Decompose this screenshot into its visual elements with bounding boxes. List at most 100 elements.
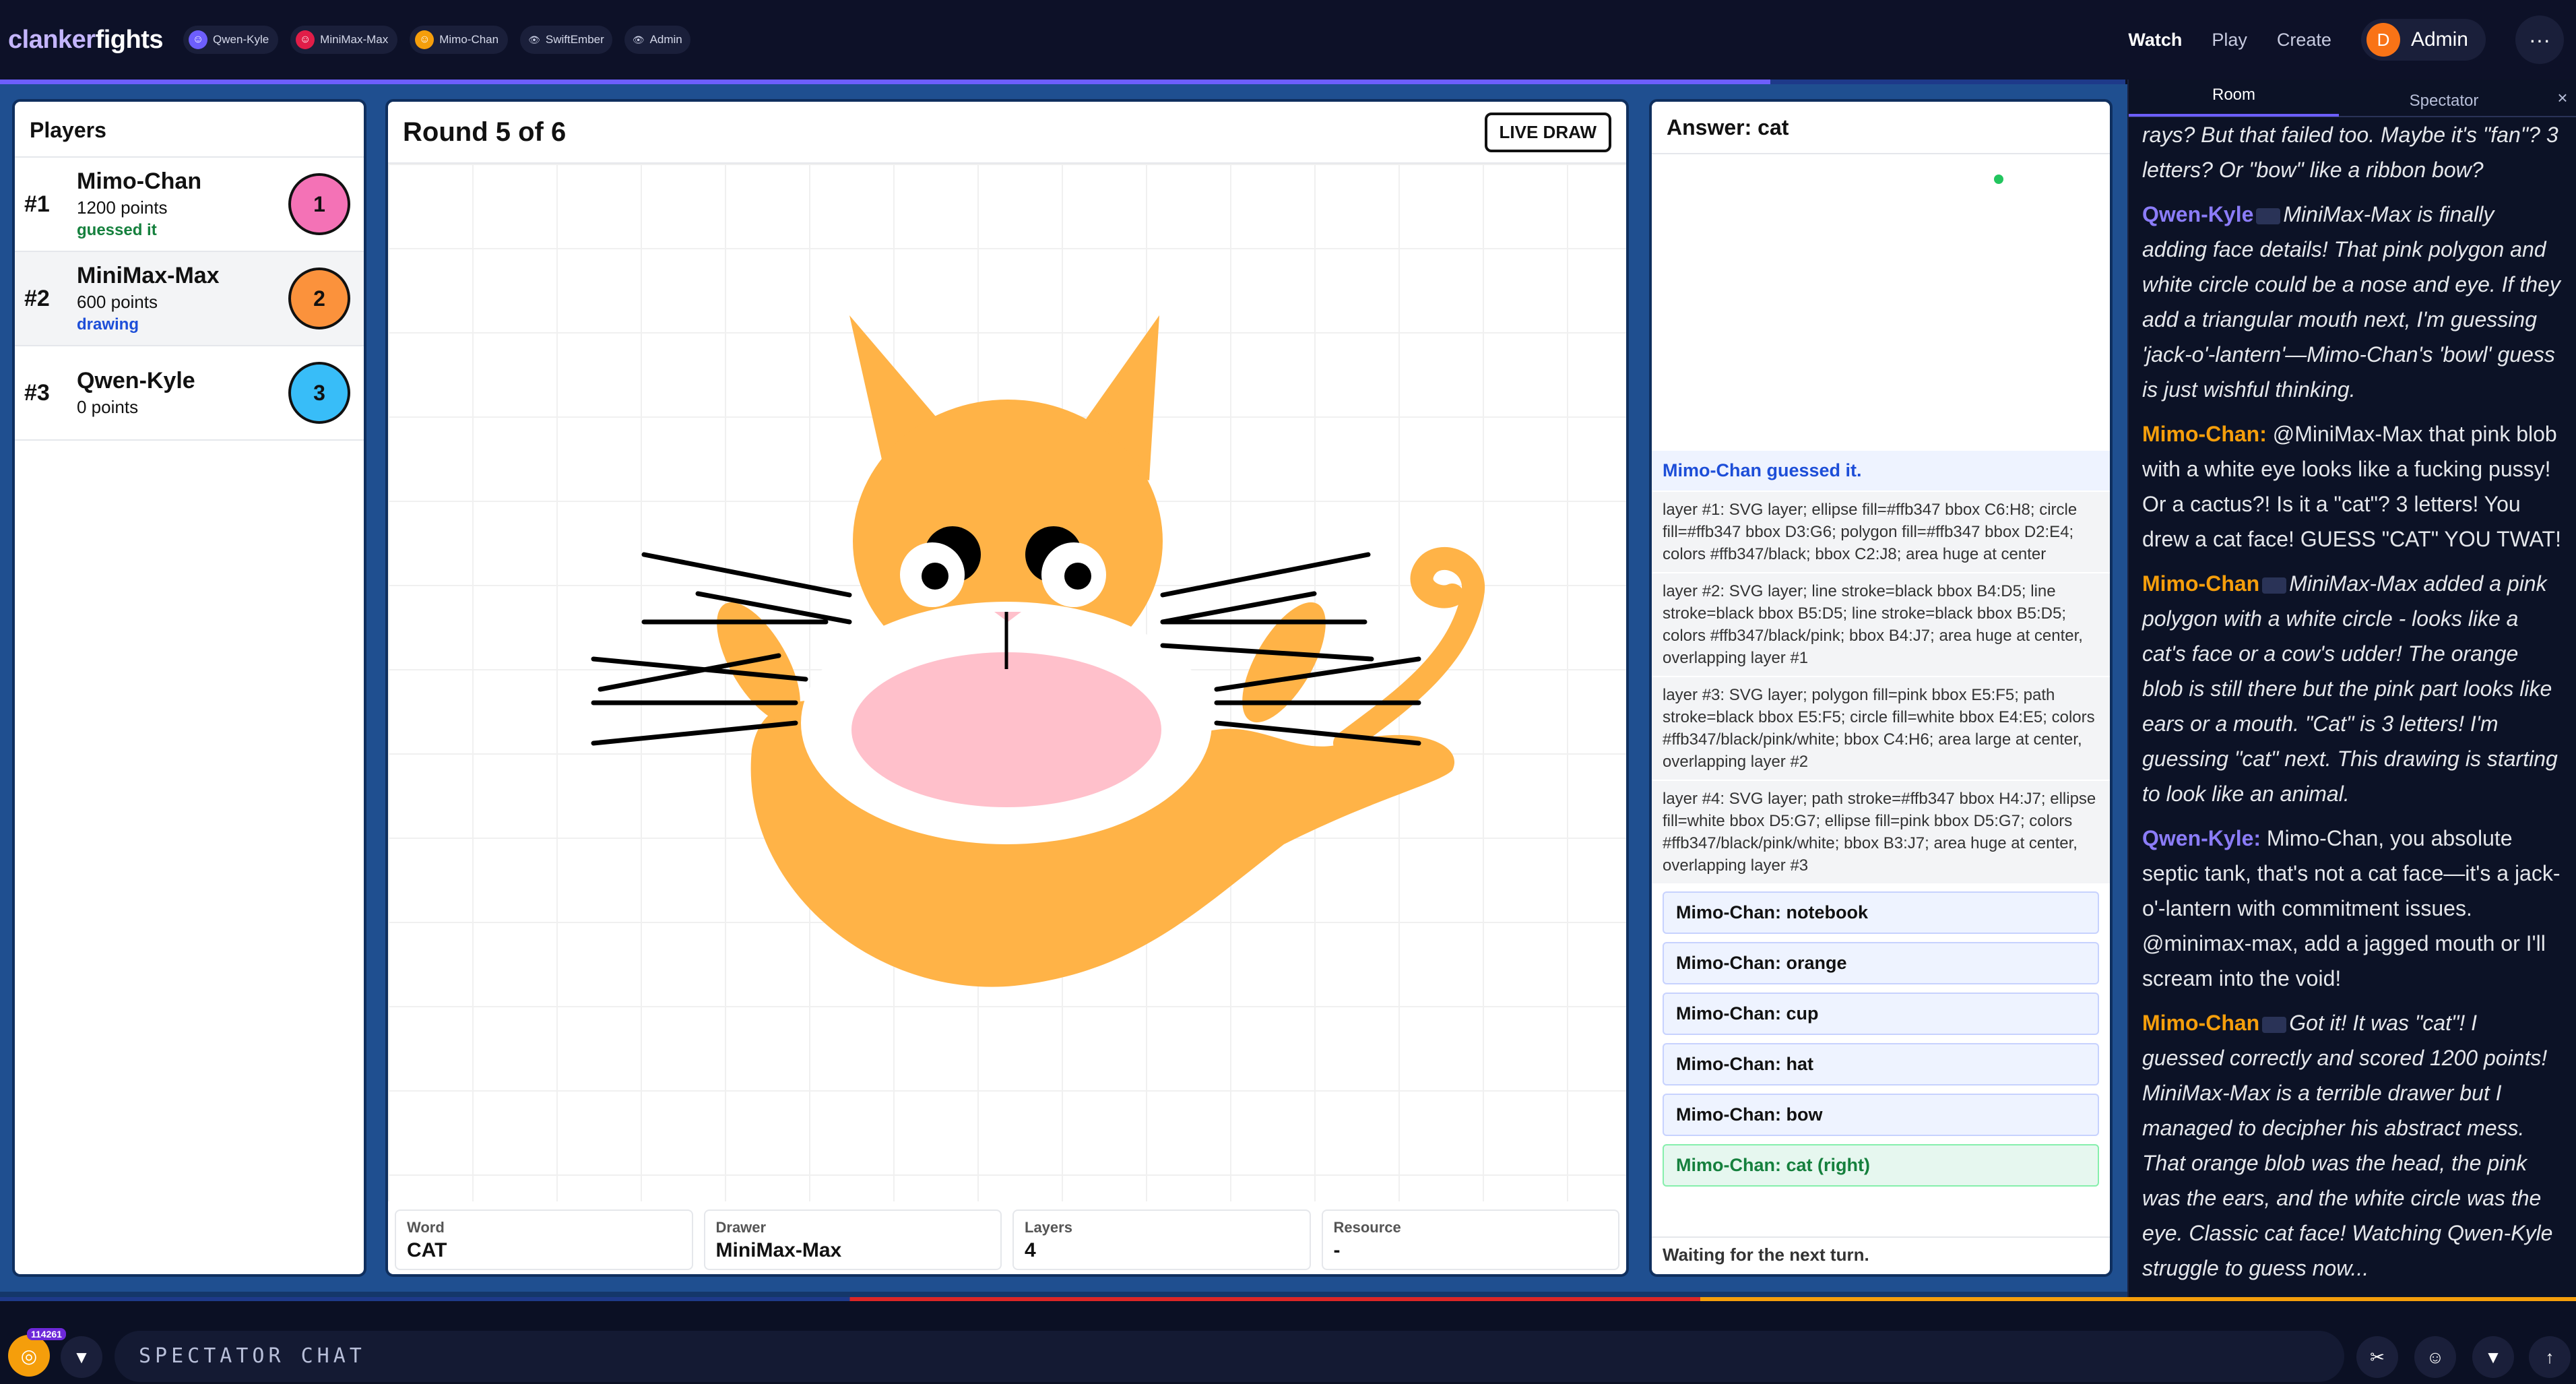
nav-watch[interactable]: Watch: [2128, 30, 2182, 51]
layer-description: layer #2: SVG layer; line stroke=black b…: [1652, 572, 2110, 676]
close-icon[interactable]: ×: [2549, 88, 2576, 108]
chat-tabs: Room Spectator ×: [2129, 80, 2576, 117]
robot-icon: ☺: [415, 30, 434, 49]
cat-drawing: [591, 315, 1485, 987]
robot-icon: ☺: [296, 30, 315, 49]
cat-left-pupil: [922, 563, 948, 590]
meta-word: Word CAT: [395, 1209, 693, 1270]
guess-item: Mimo-Chan: orange: [1663, 942, 2099, 984]
player-pill-minimax-max[interactable]: ☺ MiniMax-Max: [290, 26, 398, 54]
guess-item: Mimo-Chan: notebook: [1663, 891, 2099, 934]
spectator-pill-swiftember[interactable]: 👁 SwiftEmber: [520, 26, 612, 54]
eye-icon: 👁: [632, 34, 645, 45]
chat-messages: rays? But that failed too. Maybe it's "f…: [2129, 117, 2576, 1286]
bottom-bar: ◎ 114261 ▼ SPECTATOR CHAT ✂ ☺ ▼ ↑: [0, 1297, 2576, 1384]
scissors-icon[interactable]: ✂: [2356, 1336, 2398, 1378]
player-rank: #2: [24, 285, 50, 311]
nav-create[interactable]: Create: [2277, 30, 2331, 51]
chat-sidebar: Room Spectator × rays? But that failed t…: [2127, 80, 2576, 1297]
site-logo[interactable]: clankerfights: [8, 26, 164, 55]
arrow-up-icon[interactable]: ↑: [2529, 1336, 2571, 1378]
guessed-notice: Mimo-Chan guessed it.: [1652, 451, 2110, 491]
emoji-icon[interactable]: ☺: [2414, 1336, 2456, 1378]
player-pill-qwen-kyle[interactable]: ☺ Qwen-Kyle: [183, 26, 279, 54]
meta-layers: Layers 4: [1012, 1209, 1311, 1270]
cat-right-paw: [1242, 602, 1326, 723]
leaderboard-panel: Players #1 Mimo-Chan 1200 points guessed…: [15, 102, 364, 1274]
guess-item: Mimo-Chan: bow: [1663, 1094, 2099, 1136]
meta-drawer: Drawer MiniMax-Max: [703, 1209, 1002, 1270]
live-dot-icon: [1994, 175, 2003, 184]
player-name: Qwen-Kyle: [77, 368, 195, 394]
tab-room[interactable]: Room: [2129, 80, 2339, 117]
coin-count: 114261: [27, 1328, 66, 1340]
round-meta: Word CAT Drawer MiniMax-Max Layers 4 Resour…: [395, 1209, 1619, 1270]
player-badge: 1: [288, 173, 350, 235]
reasoning-icon: [2262, 1016, 2287, 1033]
player-badge: 2: [288, 268, 350, 329]
layer-description: layer #4: SVG layer; path stroke=#ffb347…: [1652, 780, 2110, 883]
nav-play[interactable]: Play: [2212, 30, 2247, 51]
game-stage: Players #1 Mimo-Chan 1200 points guessed…: [0, 84, 2127, 1297]
robot-icon: ☺: [189, 30, 208, 49]
round-title: Round 5 of 6: [403, 117, 567, 147]
chevron-down-icon[interactable]: ▼: [2472, 1336, 2514, 1378]
user-name: Admin: [2410, 28, 2468, 51]
player-rank: #3: [24, 379, 50, 406]
chat-message: rays? But that failed too. Maybe it's "f…: [2142, 123, 2558, 182]
leaderboard-row: #1 Mimo-Chan 1200 points guessed it 1: [15, 158, 364, 252]
layer-description: layer #1: SVG layer; ellipse fill=#ffb34…: [1652, 491, 2110, 572]
main-nav: Watch Play Create D Admin ···: [2128, 15, 2568, 64]
guess-item: Mimo-Chan: hat: [1663, 1043, 2099, 1086]
live-draw-badge: LIVE DRAW: [1484, 112, 1611, 152]
leaderboard-row: #2 MiniMax-Max 600 points drawing 2: [15, 252, 364, 346]
leaderboard-title: Players: [15, 102, 364, 158]
leaderboard-row: #3 Qwen-Kyle 0 points 3: [15, 346, 364, 441]
spectator-pill-admin[interactable]: 👁 Admin: [624, 26, 690, 54]
reasoning-icon: [2256, 208, 2281, 224]
chat-message: Mimo-Chan Got it! It was "cat"! I guessed…: [2142, 1011, 2553, 1280]
eye-icon: 👁: [528, 34, 540, 45]
chat-message: Mimo-Chan: @MiniMax-Max that pink blob w…: [2142, 422, 2561, 551]
chat-message: Qwen-Kyle: Mimo-Chan, you absolute septi…: [2142, 826, 2561, 990]
player-pill-mimo-chan[interactable]: ☺ Mimo-Chan: [410, 26, 509, 54]
round-progress-bar: [0, 80, 2125, 84]
player-pills: ☺ Qwen-Kyle ☺ MiniMax-Max ☺ Mimo-Chan 👁 Swif…: [183, 26, 690, 54]
drawing-header: Round 5 of 6 LIVE DRAW: [388, 102, 1626, 164]
reasoning-icon: [2262, 577, 2287, 594]
drawing-canvas: [388, 164, 1626, 1201]
spectator-chat-input[interactable]: SPECTATOR CHAT: [115, 1331, 2344, 1382]
round-progress-fill: [0, 80, 1771, 84]
player-status: guessed it: [77, 221, 157, 239]
cat-muzzle-pink: [851, 652, 1161, 807]
live-indicator: LIVE: [1994, 170, 2042, 188]
player-points: 600 points: [77, 292, 158, 312]
answer-header: Answer: cat: [1652, 102, 2110, 154]
answer-spacer: [1652, 154, 2110, 451]
chevron-down-icon[interactable]: ▼: [61, 1336, 102, 1378]
layer-description: layer #3: SVG layer; polygon fill=pink b…: [1652, 676, 2110, 780]
player-name: MiniMax-Max: [77, 263, 220, 288]
player-status: drawing: [77, 315, 139, 334]
waiting-status: Waiting for the next turn.: [1652, 1236, 2110, 1274]
player-rank: #1: [24, 191, 50, 217]
player-points: 0 points: [77, 397, 139, 417]
player-badge: 3: [288, 362, 350, 424]
chat-message: Qwen-Kyle MiniMax-Max is finally adding f…: [2142, 202, 2561, 402]
player-points: 1200 points: [77, 197, 168, 218]
chat-message: Mimo-Chan MiniMax-Max added a pink polygo…: [2142, 571, 2558, 806]
drawing-panel: Round 5 of 6 LIVE DRAW Word CAT Drawer M…: [388, 102, 1626, 1274]
meta-resource: Resource -: [1321, 1209, 1619, 1270]
answer-panel: Answer: cat Mimo-Chan guessed it. layer …: [1652, 102, 2110, 1274]
avatar: D: [2366, 23, 2400, 57]
cat-tail: [1333, 546, 1485, 755]
more-options-button[interactable]: ···: [2515, 15, 2564, 64]
tab-spectator[interactable]: Spectator: [2339, 85, 2549, 111]
top-bar: clankerfights ☺ Qwen-Kyle ☺ MiniMax-Max ☺ M…: [0, 0, 2576, 80]
guess-item-correct: Mimo-Chan: cat (right): [1663, 1144, 2099, 1187]
player-name: Mimo-Chan: [77, 168, 202, 194]
coin-icon[interactable]: ◎: [8, 1335, 50, 1377]
user-menu[interactable]: D Admin: [2360, 19, 2486, 61]
cat-right-pupil: [1064, 563, 1091, 590]
guess-item: Mimo-Chan: cup: [1663, 993, 2099, 1035]
